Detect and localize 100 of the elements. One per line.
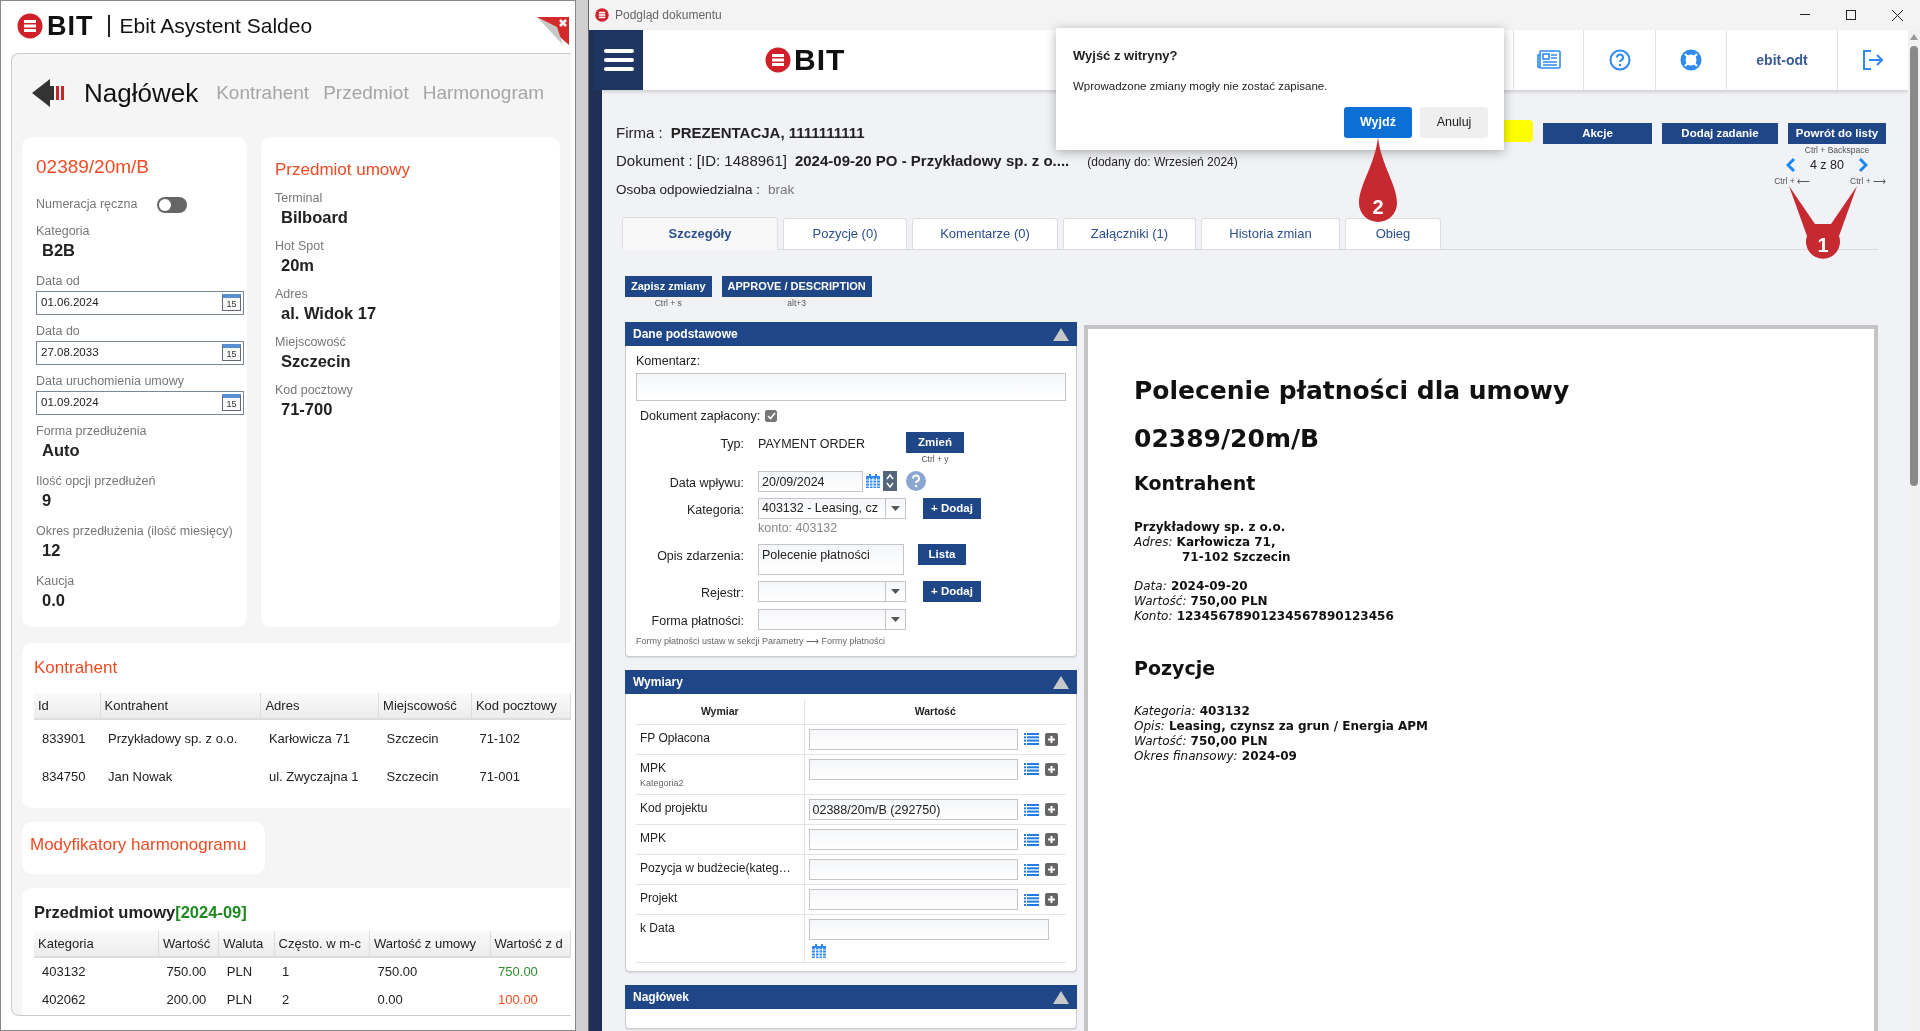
- tab[interactable]: Pozycje (0): [783, 218, 907, 249]
- document-line: 71-102 Szczecin: [1181, 549, 1292, 565]
- field-label: Ilość opcji przedłużeń: [36, 473, 157, 489]
- add-icon[interactable]: [1044, 762, 1058, 776]
- nav-tab[interactable]: Nagłówek: [84, 73, 199, 113]
- action-button[interactable]: + Dodaj: [923, 498, 981, 520]
- annotation-pin: 1: [1789, 186, 1857, 261]
- spinner-icon[interactable]: [883, 471, 897, 491]
- list-icon[interactable]: [1023, 863, 1039, 876]
- panel-header[interactable]: Wymiary: [625, 670, 1077, 694]
- calendar-icon[interactable]: [811, 944, 826, 959]
- shortcut-hint: Ctrl + y: [920, 452, 950, 465]
- input-field[interactable]: [808, 859, 1018, 881]
- panel-header[interactable]: Nagłówek: [625, 985, 1077, 1010]
- tab[interactable]: Obieg: [1345, 218, 1441, 249]
- add-icon[interactable]: [1044, 732, 1058, 746]
- add-icon[interactable]: [1044, 893, 1058, 907]
- list-icon[interactable]: [1023, 733, 1039, 746]
- select-field[interactable]: [758, 608, 906, 630]
- logo-text: BIT: [794, 45, 846, 75]
- select-field[interactable]: [758, 581, 906, 602]
- list-icon[interactable]: [1023, 833, 1039, 846]
- toggle-label: Numeracja ręczna: [36, 197, 138, 212]
- toolbar-button[interactable]: Zapisz zmiany: [625, 276, 712, 297]
- select-field[interactable]: 403132 - Leasing, cz: [758, 498, 906, 520]
- field-label: Opis zdarzenia:: [656, 548, 744, 565]
- action-button[interactable]: Akcje: [1543, 123, 1652, 144]
- calendar-icon[interactable]: [866, 474, 880, 488]
- document-line: Konto: 12345678901234567890123456: [1134, 608, 1395, 624]
- action-button[interactable]: Powrót do listy: [1788, 123, 1886, 144]
- document-line: Adres: Karłowicza 71,: [1134, 534, 1277, 550]
- description-field[interactable]: Polecenie płatności: [758, 544, 904, 575]
- document-line: Przykładowy sp. z o.o.: [1134, 519, 1287, 535]
- field-value: B2B: [42, 239, 76, 261]
- date-field[interactable]: 27.08.2033 15: [36, 340, 244, 365]
- input-field[interactable]: [808, 728, 1018, 750]
- panel-header[interactable]: Dane podstawowe: [625, 322, 1077, 346]
- toggle-switch[interactable]: [157, 196, 188, 213]
- calendar-button[interactable]: 15: [222, 294, 241, 311]
- field-value: 12: [42, 539, 62, 561]
- card-title: Kontrahent: [34, 657, 119, 679]
- action-button[interactable]: Zmień: [906, 431, 964, 453]
- field-value: 2024-09-20 PO - Przykładowy sp. z o....: [794, 151, 1070, 171]
- next-icon[interactable]: [1858, 157, 1868, 174]
- document-line: Wartość: 750,00 PLN: [1134, 734, 1269, 749]
- field-label: Data wpływu:: [668, 474, 744, 492]
- tab[interactable]: Historia zmian: [1201, 218, 1340, 249]
- maximize-icon: [1846, 10, 1856, 20]
- add-icon[interactable]: [1044, 803, 1058, 817]
- table-cell-text: 402062: [41, 990, 87, 1009]
- field-label: Kategoria: [36, 223, 91, 239]
- user-button[interactable]: ebit-odt: [1726, 30, 1837, 90]
- action-button[interactable]: Lista: [918, 544, 966, 565]
- input-field[interactable]: [808, 758, 1018, 780]
- window-title: Ebit Asystent Saldeo: [107, 15, 313, 37]
- column-header: Kod pocztowy: [471, 692, 571, 719]
- input-field[interactable]: [808, 889, 1018, 911]
- scrollbar-thumb[interactable]: [1910, 46, 1918, 486]
- date-field[interactable]: 20/09/2024: [758, 470, 863, 492]
- table-cell-text: ul. Zwyczajna 1: [267, 767, 360, 786]
- add-icon[interactable]: [1044, 833, 1058, 847]
- logo-text: BIT: [47, 12, 94, 40]
- action-button[interactable]: Dodaj zadanie: [1662, 123, 1778, 144]
- comment-field[interactable]: [636, 372, 1066, 401]
- collapse-icon[interactable]: [1053, 990, 1069, 1004]
- toolbar-button[interactable]: APPROVE / DESCRIPTION: [721, 276, 872, 297]
- close-icon[interactable]: [535, 17, 569, 47]
- collapse-icon[interactable]: [1053, 675, 1069, 689]
- tab[interactable]: Załączniki (1): [1063, 218, 1196, 249]
- document-line: Data: 2024-09-20: [1134, 578, 1249, 594]
- tab[interactable]: Szczegóły: [622, 217, 778, 250]
- calendar-button[interactable]: 15: [222, 394, 241, 411]
- checkbox[interactable]: [765, 410, 778, 423]
- date-field[interactable]: 01.06.2024 15: [36, 290, 244, 315]
- menu-icon: [603, 48, 634, 72]
- collapse-icon[interactable]: [1053, 327, 1069, 341]
- scroll-up-icon[interactable]: [1910, 34, 1918, 40]
- help-icon[interactable]: [906, 471, 926, 491]
- document-title: Polecenie płatności dla umowy: [1134, 375, 1571, 407]
- tab[interactable]: Komentarze (0): [912, 218, 1058, 249]
- dialog-button[interactable]: Wyjdź: [1344, 106, 1412, 138]
- date-field[interactable]: 01.09.2024 15: [36, 390, 244, 415]
- menu-button[interactable]: [594, 30, 643, 90]
- previous-icon[interactable]: [1785, 157, 1796, 174]
- field-value: al. Widok 17: [281, 302, 378, 324]
- action-button[interactable]: + Dodaj: [923, 581, 981, 602]
- dialog-button[interactable]: Anuluj: [1420, 106, 1488, 138]
- column-header: Adres: [260, 692, 379, 719]
- list-icon[interactable]: [1023, 803, 1039, 816]
- field-label: Okres przedłużenia (ilość miesięcy): [36, 523, 233, 539]
- calendar-button[interactable]: 15: [222, 344, 241, 361]
- column-header: Często. w m-c: [274, 930, 370, 958]
- list-icon[interactable]: [1023, 893, 1039, 906]
- add-icon[interactable]: [1044, 863, 1058, 877]
- app-icon: [595, 8, 609, 22]
- input-field[interactable]: [808, 919, 1049, 941]
- input-field[interactable]: 02388/20m/B (292750): [808, 799, 1018, 821]
- input-field[interactable]: [808, 829, 1018, 851]
- list-icon[interactable]: [1023, 763, 1039, 776]
- page-counter: 4 z 80: [1809, 157, 1844, 174]
